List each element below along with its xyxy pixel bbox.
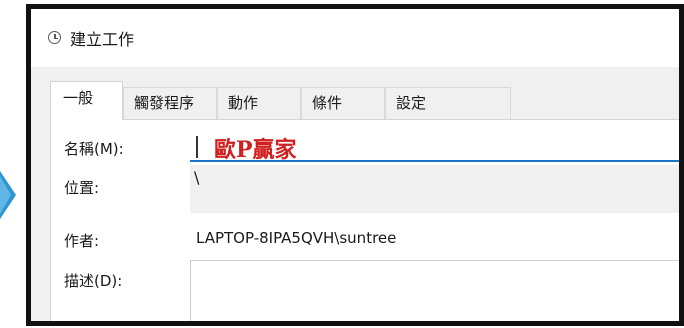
clock-icon <box>48 31 61 44</box>
tab-general[interactable]: 一般 <box>50 81 123 120</box>
name-field[interactable]: 歐P贏家 <box>190 132 679 163</box>
tab-actions[interactable]: 動作 <box>217 87 301 119</box>
window-title: 建立工作 <box>70 30 135 49</box>
author-value: LAPTOP-8IPA5QVH\suntree <box>196 229 397 247</box>
tab-triggers[interactable]: 觸發程序 <box>123 87 217 119</box>
name-value: 歐P贏家 <box>214 137 297 163</box>
tab-settings[interactable]: 設定 <box>385 87 511 119</box>
description-label: 描述(D): <box>64 272 123 290</box>
author-label: 作者: <box>64 232 100 250</box>
tab-conditions[interactable]: 條件 <box>301 87 385 119</box>
name-label: 名稱(M): <box>64 140 124 158</box>
dialog-body: 一般 觸發程序 動作 條件 設定 名稱(M): 歐P贏家 位置: \ 作者: L… <box>31 67 679 321</box>
description-field[interactable] <box>190 260 679 321</box>
location-value: \ <box>194 168 200 187</box>
left-margin <box>0 0 26 328</box>
text-caret <box>196 136 198 158</box>
create-task-dialog: 建立工作 一般 觸發程序 動作 條件 設定 名稱(M): 歐P贏家 位置: \ … <box>26 4 684 326</box>
tab-bar: 一般 觸發程序 動作 條件 設定 <box>50 81 679 120</box>
location-label: 位置: <box>64 179 100 197</box>
title-bar: 建立工作 <box>31 9 679 67</box>
right-arrow-highlight <box>0 176 11 214</box>
location-field: \ <box>190 165 679 213</box>
general-panel: 名稱(M): 歐P贏家 位置: \ 作者: LAPTOP-8IPA5QVH\su… <box>50 119 679 321</box>
